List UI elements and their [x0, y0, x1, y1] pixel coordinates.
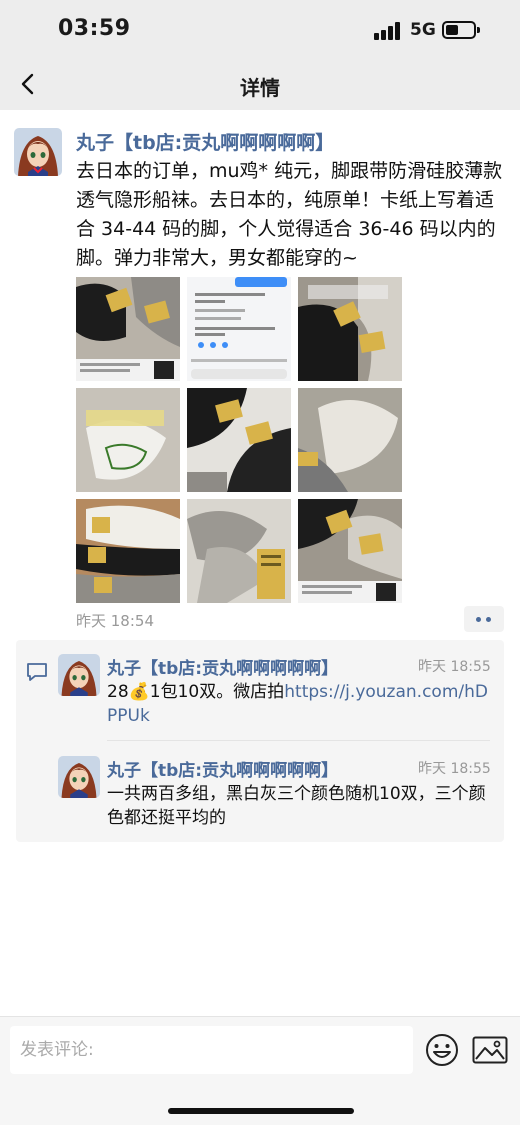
- comment-icon: [26, 662, 48, 682]
- network-label: 5G: [410, 20, 436, 40]
- more-actions-button[interactable]: [464, 606, 504, 632]
- avatar[interactable]: [14, 128, 62, 176]
- photo-socks-1[interactable]: [76, 277, 180, 381]
- comment-text-prefix: 28💰1包10双。微店拍: [107, 682, 285, 702]
- status-time: 03:59: [58, 16, 131, 41]
- status-bar: 03:59 5G: [0, 0, 520, 60]
- comment-divider: [107, 740, 490, 741]
- comment-author-name[interactable]: 丸子【tb店:贡丸啊啊啊啊啊】: [107, 654, 338, 679]
- photo-socks-8[interactable]: [187, 499, 291, 603]
- image-button[interactable]: [472, 1036, 508, 1064]
- page-title: 详情: [240, 76, 280, 100]
- photo-socks-3[interactable]: [298, 277, 402, 381]
- post-text: 去日本的订单，mu鸡* 纯元，脚跟带防滑硅胶薄款透气隐形船袜。去日本的，纯原单！…: [76, 160, 503, 269]
- comment-input[interactable]: [10, 1026, 413, 1074]
- avatar[interactable]: [58, 756, 100, 798]
- photo-socks-6[interactable]: [298, 388, 402, 492]
- comment-text: 28💰1包10双。微店拍https://j.youzan.com/hDPPUk: [107, 680, 492, 728]
- photo-socks-9[interactable]: [298, 499, 402, 603]
- comment-timestamp: 昨天 18:55: [418, 761, 491, 777]
- signal-icon: [374, 22, 402, 40]
- photo-socks-7[interactable]: [76, 499, 180, 603]
- comment-timestamp: 昨天 18:55: [418, 659, 491, 675]
- comment-author-name[interactable]: 丸子【tb店:贡丸啊啊啊啊啊】: [107, 756, 338, 781]
- post-author-name[interactable]: 丸子【tb店:贡丸啊啊啊啊啊】: [76, 128, 334, 155]
- photo-socks-4[interactable]: [76, 388, 180, 492]
- photo-socks-5[interactable]: [187, 388, 291, 492]
- photo-chat-screenshot[interactable]: [187, 277, 291, 381]
- home-indicator: [168, 1108, 354, 1114]
- battery-icon: [442, 21, 480, 39]
- comment-text: 一共两百多组，黑白灰三个颜色随机10双，三个颜色都还挺平均的: [107, 784, 486, 828]
- photo-grid: [76, 277, 402, 603]
- emoji-icon: [426, 1034, 458, 1066]
- image-icon: [472, 1036, 508, 1064]
- avatar[interactable]: [58, 654, 100, 696]
- emoji-button[interactable]: [424, 1032, 460, 1068]
- nav-bar: 详情: [0, 60, 520, 110]
- post-timestamp: 昨天 18:54: [76, 612, 154, 630]
